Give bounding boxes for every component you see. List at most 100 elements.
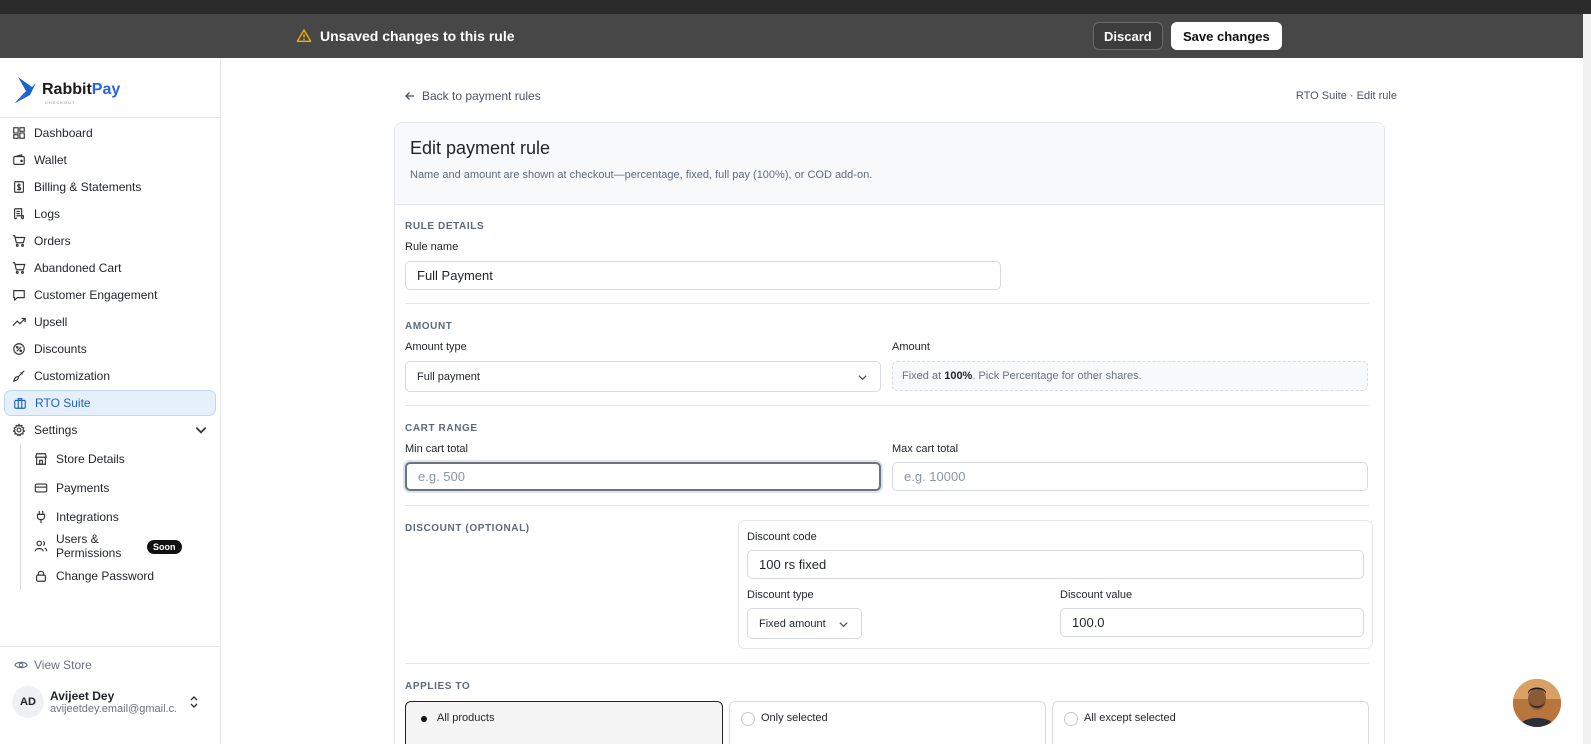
brand-name-rabbit: Rabbit bbox=[42, 81, 92, 98]
trend-up-icon bbox=[12, 317, 26, 326]
amount-type-select[interactable]: Full payment bbox=[405, 361, 881, 392]
back-link-label: Back to payment rules bbox=[422, 89, 541, 103]
sidebar-item-label: Users & Permissions bbox=[56, 532, 122, 560]
discount-code-label: Discount code bbox=[747, 531, 817, 543]
plug-icon bbox=[36, 510, 46, 523]
view-store-link[interactable]: View Store bbox=[14, 658, 92, 672]
rabbit-logo-icon bbox=[15, 77, 36, 103]
brand-name-pay: Pay bbox=[91, 81, 121, 98]
sidebar-subitem-change-password[interactable]: Change Password bbox=[21, 561, 220, 590]
rule-name-label: Rule name bbox=[405, 241, 459, 253]
max-cart-total-input[interactable] bbox=[892, 462, 1368, 491]
sidebar-item-upsell[interactable]: Upsell bbox=[4, 309, 216, 335]
max-cart-total-label: Max cart total bbox=[892, 443, 959, 455]
rule-name-input[interactable] bbox=[405, 261, 1001, 290]
user-info: Avijeet Dey avijeetdey.email@gmail.c... bbox=[50, 689, 176, 715]
discount-code-input[interactable] bbox=[747, 550, 1364, 579]
sidebar-item-label: Integrations bbox=[56, 509, 119, 524]
chevron-up-down-icon[interactable] bbox=[188, 694, 200, 710]
amount-type-label: Amount type bbox=[405, 341, 467, 353]
sidebar-item-settings[interactable]: Settings bbox=[4, 417, 216, 443]
sidebar-item-rto-suite[interactable]: RTO Suite bbox=[4, 390, 216, 416]
divider bbox=[405, 303, 1369, 304]
settings-submenu: Store Details Payments Integrations User… bbox=[20, 444, 220, 590]
sidebar-item-orders[interactable]: Orders bbox=[4, 228, 216, 254]
gear-icon bbox=[12, 423, 26, 437]
user-menu[interactable]: AD Avijeet Dey avijeetdey.email@gmail.c.… bbox=[12, 684, 208, 720]
amount-label: Amount bbox=[892, 341, 930, 353]
sidebar-item-label: Customization bbox=[34, 369, 111, 383]
support-chat-avatar[interactable] bbox=[1513, 679, 1561, 727]
sidebar-item-label: Settings bbox=[34, 423, 78, 437]
option-label: Only selected bbox=[761, 712, 828, 724]
discount-value-label: Discount value bbox=[1060, 589, 1133, 601]
radio-unselected[interactable] bbox=[1064, 712, 1078, 726]
card-header: Edit payment rule Name and amount are sh… bbox=[395, 123, 1384, 205]
section-rule-details: RULE DETAILS bbox=[405, 221, 485, 232]
sidebar-item-logs[interactable]: Logs bbox=[4, 201, 216, 227]
option-label: All except selected bbox=[1084, 712, 1176, 724]
applies-only-selected-option[interactable]: Only selected bbox=[729, 701, 1046, 744]
sidebar-subitem-integrations[interactable]: Integrations bbox=[21, 502, 220, 531]
eye-icon bbox=[14, 661, 28, 669]
sidebar-item-dashboard[interactable]: Dashboard bbox=[4, 120, 216, 146]
billing-icon bbox=[14, 181, 24, 193]
soon-badge: Soon bbox=[147, 540, 182, 554]
sidebar-divider bbox=[0, 117, 220, 118]
sidebar-item-customization[interactable]: Customization bbox=[4, 363, 216, 389]
sidebar-subitem-users-permissions[interactable]: Users & Permissions Soon bbox=[21, 531, 220, 561]
page-subtitle: Name and amount are shown at checkout—pe… bbox=[410, 169, 873, 181]
sidebar-item-label: Customer Engagement bbox=[34, 288, 158, 302]
applies-all-products-option[interactable]: All products bbox=[405, 701, 723, 744]
sidebar: RabbitPay CHECKOUT Dashboard Wallet Bill… bbox=[0, 58, 221, 744]
avatar: AD bbox=[12, 686, 44, 718]
chevron-down-icon[interactable] bbox=[194, 423, 208, 437]
sidebar-item-billing[interactable]: Billing & Statements bbox=[4, 174, 216, 200]
amount-type-value: Full payment bbox=[417, 370, 480, 383]
brand-name: RabbitPay bbox=[42, 81, 120, 99]
sidebar-item-label: Abandoned Cart bbox=[34, 261, 122, 275]
person-photo-icon bbox=[1513, 679, 1561, 727]
sidebar-item-customer-engagement[interactable]: Customer Engagement bbox=[4, 282, 216, 308]
sidebar-bottom-divider bbox=[0, 646, 220, 647]
browser-top-strip bbox=[0, 0, 1591, 14]
min-cart-total-input[interactable] bbox=[405, 462, 881, 491]
discount-type-value: Fixed amount bbox=[759, 617, 826, 630]
sidebar-item-wallet[interactable]: Wallet bbox=[4, 147, 216, 173]
sidebar-item-label: Store Details bbox=[56, 451, 125, 466]
discount-value-input[interactable] bbox=[1060, 608, 1364, 637]
section-amount: AMOUNT bbox=[405, 321, 453, 332]
sidebar-item-discounts[interactable]: Discounts bbox=[4, 336, 216, 362]
min-cart-total-label: Min cart total bbox=[405, 443, 468, 455]
save-changes-button[interactable]: Save changes bbox=[1171, 22, 1282, 50]
page-scrollbar[interactable] bbox=[1583, 14, 1591, 744]
chevron-down-icon bbox=[858, 375, 867, 381]
users-icon bbox=[34, 540, 48, 552]
back-to-payment-rules-link[interactable]: Back to payment rules bbox=[404, 89, 541, 103]
sidebar-subitem-payments[interactable]: Payments bbox=[21, 473, 220, 502]
chat-icon bbox=[13, 290, 25, 301]
radio-unselected[interactable] bbox=[741, 712, 755, 726]
sidebar-item-label: Billing & Statements bbox=[34, 180, 142, 194]
section-discount: DISCOUNT (OPTIONAL) bbox=[405, 523, 530, 534]
cart-icon bbox=[12, 262, 26, 274]
cart-icon bbox=[12, 235, 26, 247]
arrow-left-icon bbox=[405, 92, 414, 100]
sidebar-subitem-store-details[interactable]: Store Details bbox=[21, 444, 220, 473]
applies-all-except-selected-option[interactable]: All except selected bbox=[1052, 701, 1369, 744]
dashboard-icon bbox=[13, 127, 25, 139]
discount-type-label: Discount type bbox=[747, 589, 814, 601]
discard-button[interactable]: Discard bbox=[1093, 22, 1163, 50]
discount-type-select[interactable]: Fixed amount bbox=[747, 608, 862, 639]
brand-logo[interactable]: RabbitPay CHECKOUT bbox=[12, 74, 120, 106]
brush-icon bbox=[12, 370, 25, 383]
sidebar-item-label: Dashboard bbox=[34, 126, 93, 140]
sidebar-nav: Dashboard Wallet Billing & Statements Lo… bbox=[0, 120, 220, 590]
user-email: avijeetdey.email@gmail.c... bbox=[50, 703, 176, 715]
logs-icon bbox=[14, 208, 24, 220]
sidebar-item-abandoned-cart[interactable]: Abandoned Cart bbox=[4, 255, 216, 281]
radio-selected[interactable] bbox=[417, 712, 431, 726]
amount-fixed-value: 100% bbox=[944, 370, 973, 382]
unsaved-message: Unsaved changes to this rule bbox=[296, 14, 515, 58]
card-icon bbox=[34, 482, 48, 493]
